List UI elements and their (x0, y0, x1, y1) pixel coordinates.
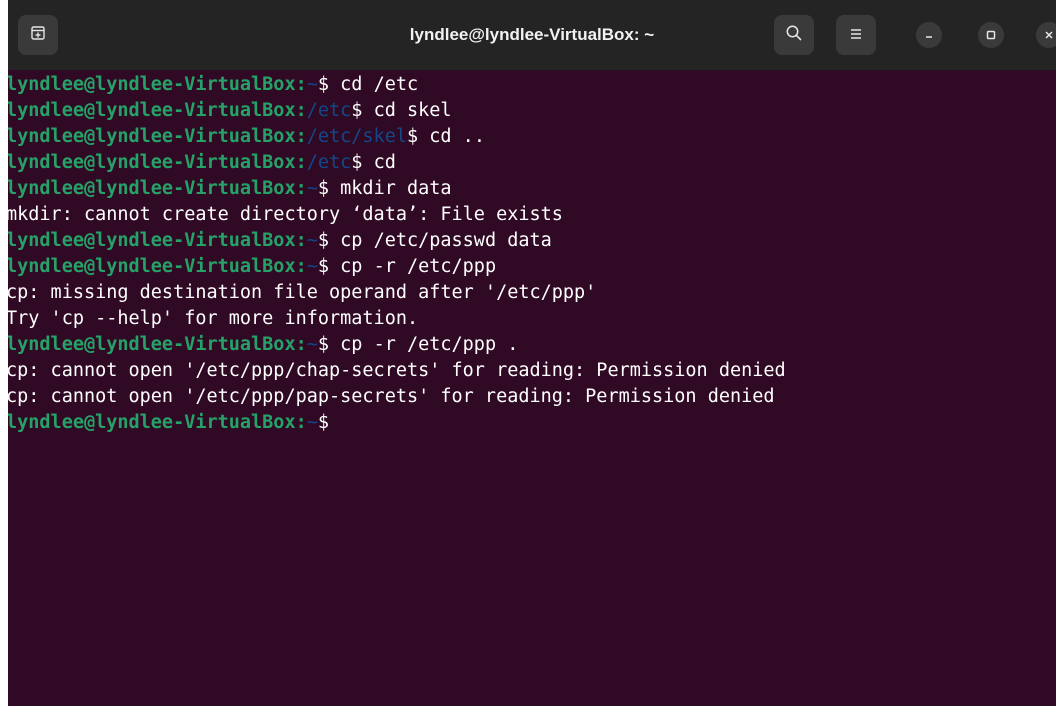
prompt-user: lyndlee@lyndlee-VirtualBox (8, 256, 296, 277)
terminal-command-line: lyndlee@lyndlee-VirtualBox:~$ cp /etc/pa… (8, 228, 1056, 254)
minimize-button[interactable] (916, 22, 942, 48)
terminal-output-line: mkdir: cannot create directory ‘data’: F… (8, 202, 1056, 228)
terminal-command-line: lyndlee@lyndlee-VirtualBox:~$ mkdir data (8, 176, 1056, 202)
prompt-separator: : (295, 152, 307, 173)
prompt-separator: : (295, 334, 307, 355)
prompt-user: lyndlee@lyndlee-VirtualBox (8, 74, 296, 95)
hamburger-menu-icon (848, 26, 864, 45)
terminal-output[interactable]: lyndlee@lyndlee-VirtualBox:~$ cd /etc lyn… (8, 70, 1056, 706)
prompt-path: ~ (306, 74, 318, 95)
prompt-path: /etc (306, 152, 352, 173)
prompt-separator: : (295, 74, 307, 95)
output-text: cp: missing destination file operand aft… (8, 282, 597, 303)
command-text: cd (373, 152, 396, 173)
command-text: cd .. (429, 126, 485, 147)
window-title: lyndlee@lyndlee-VirtualBox: ~ (409, 25, 655, 44)
terminal-command-line: lyndlee@lyndlee-VirtualBox:~$ cp -r /etc… (8, 254, 1056, 280)
output-text: Try 'cp --help' for more information. (8, 308, 419, 329)
command-text: cp -r /etc/ppp (340, 256, 497, 277)
prompt-symbol: $ (317, 74, 341, 95)
maximize-button[interactable] (978, 22, 1004, 48)
terminal-command-line: lyndlee@lyndlee-VirtualBox:~$ cp -r /etc… (8, 332, 1056, 358)
prompt-user: lyndlee@lyndlee-VirtualBox (8, 230, 296, 251)
maximize-icon (985, 26, 997, 45)
prompt-symbol: $ (317, 178, 341, 199)
prompt-user: lyndlee@lyndlee-VirtualBox (8, 126, 296, 147)
menu-button[interactable] (836, 15, 876, 55)
command-text: cd /etc (340, 74, 419, 95)
output-text: cp: cannot open '/etc/ppp/chap-secrets' … (8, 360, 786, 381)
prompt-user: lyndlee@lyndlee-VirtualBox (8, 412, 296, 433)
command-text: cd skel (373, 100, 452, 121)
prompt-separator: : (295, 412, 307, 433)
terminal-output-line: cp: missing destination file operand aft… (8, 280, 1056, 306)
terminal-output-line: cp: cannot open '/etc/ppp/chap-secrets' … (8, 358, 1056, 384)
search-button[interactable] (774, 15, 814, 55)
prompt-path: ~ (306, 256, 318, 277)
prompt-symbol: $ (317, 256, 341, 277)
prompt-symbol: $ (317, 412, 330, 433)
command-text: cp -r /etc/ppp . (340, 334, 519, 355)
terminal-command-line: lyndlee@lyndlee-VirtualBox:/etc/skel$ cd… (8, 124, 1056, 150)
prompt-user: lyndlee@lyndlee-VirtualBox (8, 178, 296, 199)
prompt-user: lyndlee@lyndlee-VirtualBox (8, 100, 296, 121)
terminal-command-line: lyndlee@lyndlee-VirtualBox:/etc$ cd (8, 150, 1056, 176)
new-tab-button[interactable] (18, 15, 58, 55)
prompt-separator: : (295, 178, 307, 199)
terminal-command-line: lyndlee@lyndlee-VirtualBox:~$ cd /etc (8, 72, 1056, 98)
title-bar[interactable]: lyndlee@lyndlee-VirtualBox: ~ (8, 0, 1056, 70)
output-text: mkdir: cannot create directory ‘data’: F… (8, 204, 563, 225)
prompt-symbol: $ (351, 100, 374, 121)
close-button[interactable] (1036, 22, 1056, 48)
prompt-user: lyndlee@lyndlee-VirtualBox (8, 152, 296, 173)
terminal-command-line: lyndlee@lyndlee-VirtualBox:~$ (8, 410, 1056, 436)
prompt-symbol: $ (317, 230, 341, 251)
prompt-path: ~ (306, 230, 318, 251)
minimize-icon (923, 26, 935, 45)
prompt-separator: : (295, 100, 307, 121)
prompt-user: lyndlee@lyndlee-VirtualBox (8, 334, 296, 355)
command-text: cp /etc/passwd data (340, 230, 552, 251)
search-icon (785, 24, 803, 46)
prompt-symbol: $ (351, 152, 374, 173)
prompt-separator: : (295, 230, 307, 251)
terminal-command-line: lyndlee@lyndlee-VirtualBox:/etc$ cd skel (8, 98, 1056, 124)
terminal-window: lyndlee@lyndlee-VirtualBox: ~ lyndlee@ly… (8, 0, 1056, 706)
output-text: cp: cannot open '/etc/ppp/pap-secrets' f… (8, 386, 775, 407)
prompt-symbol: $ (317, 334, 341, 355)
prompt-symbol: $ (406, 126, 430, 147)
prompt-separator: : (295, 126, 307, 147)
prompt-path: ~ (306, 178, 318, 199)
prompt-path: ~ (306, 412, 318, 433)
prompt-path: /etc (306, 100, 352, 121)
new-tab-icon (30, 25, 46, 45)
terminal-output-line: Try 'cp --help' for more information. (8, 306, 1056, 332)
prompt-separator: : (295, 256, 307, 277)
terminal-output-line: cp: cannot open '/etc/ppp/pap-secrets' f… (8, 384, 1056, 410)
prompt-path: /etc/skel (306, 126, 407, 147)
close-icon (1043, 26, 1055, 45)
command-text: mkdir data (340, 178, 452, 199)
prompt-path: ~ (306, 334, 318, 355)
